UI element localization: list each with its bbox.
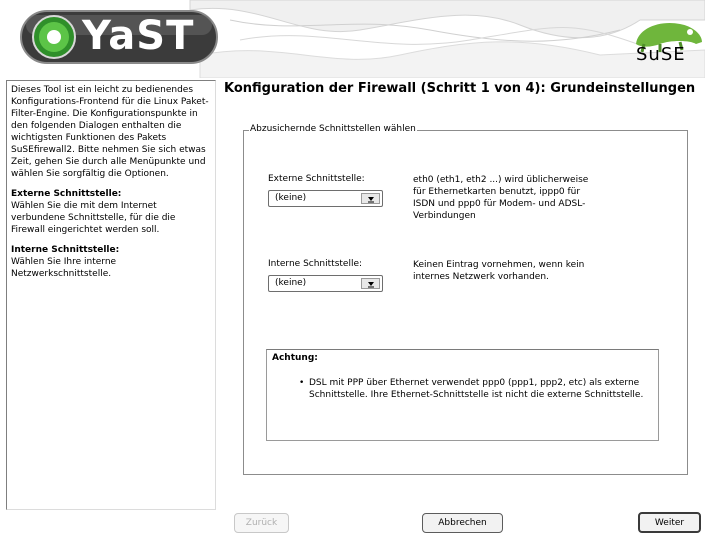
next-button[interactable]: Weiter [638,512,701,533]
help-internal-text: Wählen Sie Ihre interne Netzwerkschnitts… [11,257,117,279]
help-panel: Dieses Tool ist ein leicht zu bedienende… [6,80,216,510]
external-interface-description: eth0 (eth1, eth2 ...) wird üblicherweise… [413,175,589,221]
external-interface-label: Externe Schnittstelle: [268,174,365,184]
help-internal-heading: Interne Schnittstelle: [11,245,120,255]
abort-button[interactable]: Abbrechen [422,513,503,533]
dropdown-arrow-icon[interactable] [361,193,380,204]
internal-interface-label: Interne Schnittstelle: [268,259,363,269]
external-interface-select[interactable]: (keine) [268,190,383,207]
external-interface-value: (keine) [275,193,307,203]
internal-interface-value: (keine) [275,278,307,288]
help-external-heading: Externe Schnittstelle: [11,189,122,199]
help-external: Externe Schnittstelle: Wählen Sie die mi… [11,188,211,236]
back-button[interactable]: Zurück [234,513,289,533]
internal-interface-description: Keinen Eintrag vornehmen, wenn kein inte… [413,260,585,282]
dropdown-arrow-icon[interactable] [361,278,380,289]
warning-bullet: • [299,378,305,388]
banner: YaST SuSE [0,0,705,78]
warning-text: DSL mit PPP über Ethernet verwendet ppp0… [309,378,644,400]
yast-logo-text: YaST [82,13,195,59]
warning-title: Achtung: [272,353,318,363]
page-title: Konfiguration der Firewall (Schritt 1 vo… [224,81,696,96]
help-intro: Dieses Tool ist ein leicht zu bedienende… [11,85,209,179]
interfaces-frame-label: Abzusichernde Schnittstellen wählen [249,124,417,134]
suse-brand-text: SuSE [636,44,686,65]
internal-interface-select[interactable]: (keine) [268,275,383,292]
warning-box: Achtung: • DSL mit PPP über Ethernet ver… [266,349,659,441]
help-internal: Interne Schnittstelle: Wählen Sie Ihre i… [11,244,211,280]
help-external-text: Wählen Sie die mit dem Internet verbunde… [11,201,176,235]
